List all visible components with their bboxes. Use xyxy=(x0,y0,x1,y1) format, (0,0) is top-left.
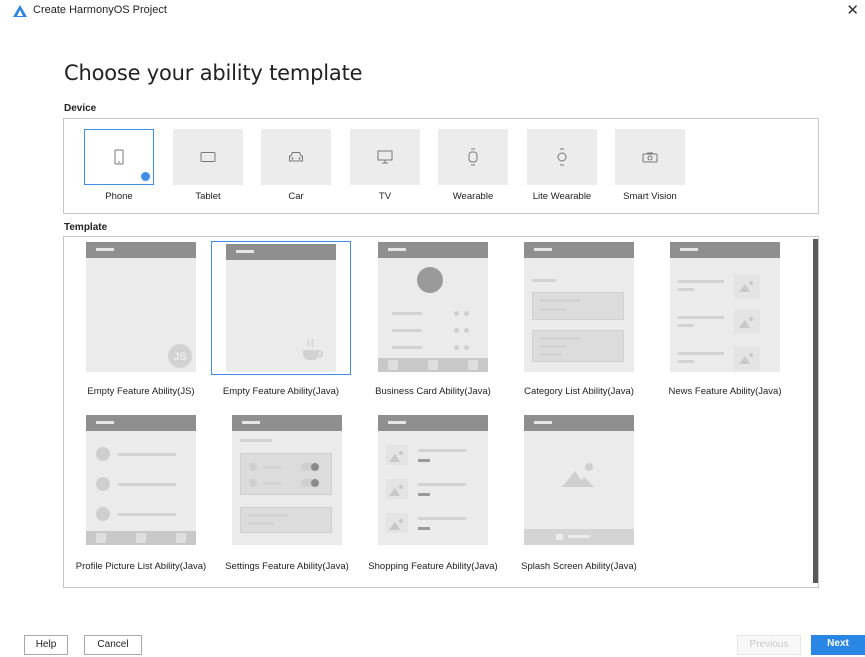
cancel-button[interactable]: Cancel xyxy=(84,635,142,655)
device-card-phone[interactable]: Phone xyxy=(84,129,154,202)
image-placeholder-icon xyxy=(739,317,753,328)
phone-icon xyxy=(114,149,124,165)
device-name: Smart Vision xyxy=(623,191,677,202)
device-card-tv[interactable]: TV xyxy=(350,129,420,202)
camera-icon xyxy=(642,152,658,163)
tablet-icon xyxy=(200,152,216,162)
device-name: Lite Wearable xyxy=(532,191,592,202)
device-name: Car xyxy=(288,191,304,202)
image-placeholder-icon xyxy=(739,353,753,364)
car-icon xyxy=(289,152,303,162)
template-card-shopping-feature[interactable] xyxy=(378,415,488,545)
template-panel: JS Empty Feature Ability(JS) Empty Featu… xyxy=(63,236,819,588)
window-title: Create HarmonyOS Project xyxy=(33,4,167,16)
device-card-car[interactable]: Car xyxy=(261,129,331,202)
template-card-empty-js[interactable]: JS xyxy=(86,242,196,372)
java-cup-icon xyxy=(303,338,323,360)
help-button[interactable]: Help xyxy=(24,635,68,655)
template-section-label: Template xyxy=(64,222,108,233)
template-name: Business Card Ability(Java) xyxy=(375,386,491,397)
template-name: Shopping Feature Ability(Java) xyxy=(368,561,498,572)
page-title: Choose your ability template xyxy=(64,61,363,85)
device-name: Tablet xyxy=(195,191,221,202)
template-scrollbar[interactable] xyxy=(813,239,818,583)
close-icon[interactable]: ✕ xyxy=(846,1,859,19)
next-button[interactable]: Next xyxy=(811,635,865,655)
device-name: Wearable xyxy=(452,191,494,202)
template-card-splash-screen[interactable] xyxy=(524,415,634,545)
device-section-label: Device xyxy=(64,103,97,114)
template-name: Splash Screen Ability(Java) xyxy=(521,561,637,572)
device-name: TV xyxy=(378,191,392,202)
image-placeholder-icon xyxy=(389,451,403,462)
device-card-lite-wearable[interactable]: Lite Wearable xyxy=(527,129,597,202)
svg-text:JS: JS xyxy=(173,351,186,363)
device-card-wearable[interactable]: Wearable xyxy=(438,129,508,202)
template-name: Empty Feature Ability(Java) xyxy=(222,386,340,397)
watch-icon xyxy=(468,148,478,166)
image-placeholder-icon xyxy=(389,485,403,496)
device-card-tablet[interactable]: Tablet xyxy=(173,129,243,202)
template-name: Category List Ability(Java) xyxy=(524,386,634,397)
device-panel: Phone Tablet Car TV Wearable Lite Wearab… xyxy=(63,118,819,214)
harmonyos-logo-icon xyxy=(13,5,27,17)
device-name: Phone xyxy=(105,191,133,202)
template-card-settings-feature[interactable] xyxy=(232,415,342,545)
selected-check-icon xyxy=(141,172,150,181)
template-name: News Feature Ability(Java) xyxy=(668,386,782,397)
lite-watch-icon xyxy=(557,148,567,166)
title-bar: Create HarmonyOS Project ✕ xyxy=(0,0,865,22)
template-card-category-list[interactable] xyxy=(524,242,634,372)
image-placeholder-icon xyxy=(389,519,403,530)
image-placeholder-icon xyxy=(562,463,594,487)
tv-icon xyxy=(377,150,393,164)
template-card-news-feature[interactable] xyxy=(670,242,780,372)
template-card-profile-picture-list[interactable] xyxy=(86,415,196,545)
previous-button[interactable]: Previous xyxy=(737,635,801,655)
device-card-smart-vision[interactable]: Smart Vision xyxy=(615,129,685,202)
template-name: Profile Picture List Ability(Java) xyxy=(75,561,207,572)
image-placeholder-icon xyxy=(739,281,753,292)
template-card-business-card[interactable] xyxy=(378,242,488,372)
template-card-empty-java[interactable] xyxy=(211,241,351,375)
js-logo-icon: JS xyxy=(168,344,192,368)
template-name: Empty Feature Ability(JS) xyxy=(87,386,195,397)
template-name: Settings Feature Ability(Java) xyxy=(225,561,349,572)
